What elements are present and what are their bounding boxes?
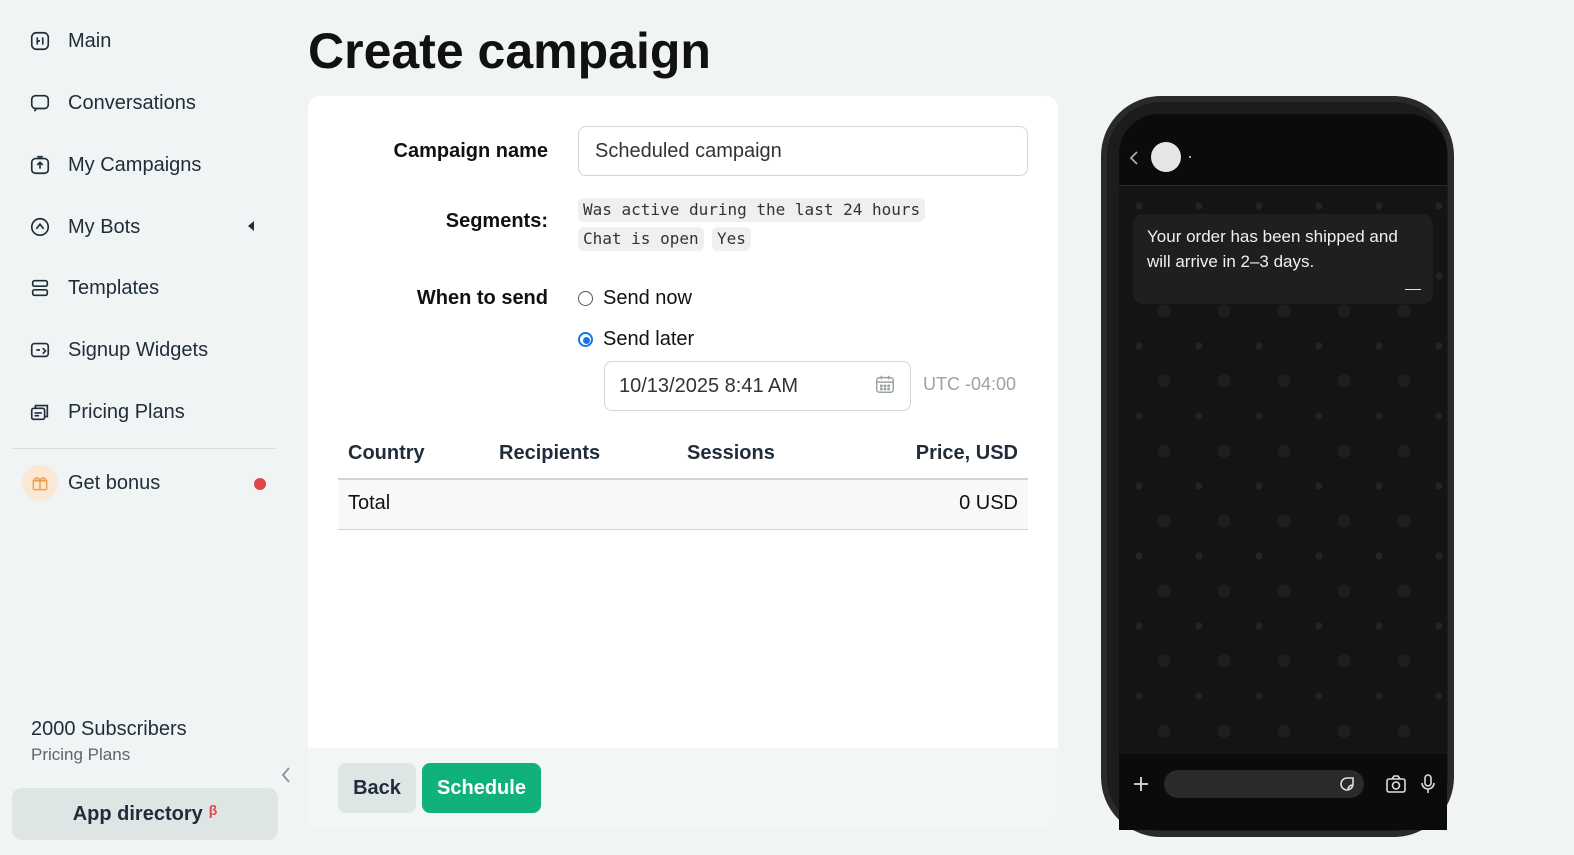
sidebar-item-label: My Campaigns (68, 153, 202, 176)
subscribers-info: 2000 Subscribers Pricing Plans (31, 718, 187, 765)
app-directory-label: App directory (72, 802, 203, 825)
sidebar-item-label: Main (68, 29, 112, 52)
message-text: Your order has been shipped and will arr… (1147, 227, 1398, 271)
beta-badge: β (208, 802, 218, 818)
send-now-radio[interactable]: Send now (578, 287, 692, 310)
sidebar-item-label: Conversations (68, 91, 196, 114)
sidebar-item-get-bonus[interactable]: Get bonus (12, 459, 276, 507)
send-now-label: Send now (603, 287, 692, 309)
campaign-form-card: Campaign name Scheduled campaign Segment… (308, 96, 1058, 828)
sidebar-item-conversations[interactable]: Conversations (12, 79, 276, 127)
sticker-icon (1340, 777, 1354, 791)
total-label: Total (348, 492, 391, 514)
home-icon (28, 29, 52, 53)
segment-chip: Was active during the last 24 hours (578, 198, 926, 222)
widget-icon (28, 338, 52, 362)
radio-unchecked[interactable] (578, 291, 593, 306)
sidebar: Main Conversations My Campaigns My Bots … (0, 0, 290, 855)
contact-name-placeholder (1189, 156, 1191, 158)
microphone-icon (1421, 774, 1435, 793)
chat-wallpaper: Your order has been shipped and will arr… (1119, 186, 1447, 754)
bot-icon (28, 215, 52, 239)
pricing-icon (28, 400, 52, 424)
back-arrow-icon (1129, 151, 1138, 165)
schedule-button[interactable]: Schedule (422, 763, 541, 813)
table-total-row: Total 0 USD (338, 480, 1028, 530)
sidebar-item-my-bots[interactable]: My Bots (12, 203, 276, 251)
camera-icon (1386, 775, 1406, 793)
datetime-input[interactable]: 10/13/2025 8:41 AM (604, 361, 911, 411)
phone-preview: Your order has been shipped and will arr… (1101, 96, 1454, 837)
send-later-radio[interactable]: Send later (578, 328, 694, 351)
column-header-recipients: Recipients (499, 442, 601, 464)
column-header-sessions: Sessions (687, 442, 775, 464)
message-bubble: Your order has been shipped and will arr… (1133, 214, 1433, 304)
campaign-icon (28, 153, 52, 177)
sidebar-item-templates[interactable]: Templates (12, 264, 276, 312)
sidebar-item-my-campaigns[interactable]: My Campaigns (12, 141, 276, 189)
sidebar-item-label: Templates (68, 276, 160, 299)
when-to-send-label: When to send (416, 287, 548, 309)
column-header-country: Country (348, 442, 425, 464)
phone-screen: Your order has been shipped and will arr… (1119, 114, 1447, 830)
table-header: Country Recipients Sessions Price, USD (338, 430, 1028, 480)
segments-label: Segments: (445, 210, 548, 232)
column-header-price: Price, USD (915, 442, 1018, 464)
caret-left-icon[interactable] (248, 221, 254, 231)
segment-chip: Yes (712, 227, 751, 251)
campaign-name-label: Campaign name (393, 140, 548, 162)
datetime-value: 10/13/2025 8:41 AM (619, 374, 799, 397)
plus-icon (1134, 777, 1148, 791)
app-directory-button[interactable]: App directory β (12, 788, 278, 840)
avatar (1151, 142, 1181, 172)
segment-chip: Chat is open (578, 227, 704, 251)
sidebar-item-label: Signup Widgets (68, 338, 209, 361)
collapse-sidebar-icon[interactable] (276, 764, 296, 786)
sidebar-item-main[interactable]: Main (12, 17, 276, 65)
sidebar-divider (12, 448, 276, 449)
subscribers-count: 2000 Subscribers (31, 718, 187, 740)
message-time (1405, 289, 1421, 290)
calendar-icon[interactable] (874, 373, 896, 400)
chat-header (1119, 114, 1447, 186)
sidebar-item-signup-widgets[interactable]: Signup Widgets (12, 326, 276, 374)
templates-icon (28, 276, 52, 300)
form-footer: Back Schedule (308, 748, 1058, 828)
sidebar-item-pricing-plans[interactable]: Pricing Plans (12, 388, 276, 436)
notification-dot (254, 478, 266, 490)
campaign-name-value: Scheduled campaign (595, 140, 782, 162)
page-title: Create campaign (308, 23, 711, 79)
sidebar-item-label: Pricing Plans (68, 400, 185, 423)
chat-icon (28, 91, 52, 115)
message-input (1164, 770, 1364, 798)
chat-input-bar (1119, 754, 1447, 830)
radio-checked[interactable] (578, 332, 593, 347)
send-later-label: Send later (603, 328, 695, 350)
pricing-plans-link[interactable]: Pricing Plans (31, 745, 187, 765)
total-value: 0 USD (959, 492, 1018, 514)
sidebar-item-label: Get bonus (68, 471, 161, 494)
back-button[interactable]: Back (338, 763, 416, 813)
timezone-label: UTC -04:00 (923, 374, 1017, 394)
sidebar-item-label: My Bots (68, 215, 141, 238)
campaign-name-input[interactable]: Scheduled campaign (578, 126, 1028, 176)
gift-icon (22, 465, 58, 501)
